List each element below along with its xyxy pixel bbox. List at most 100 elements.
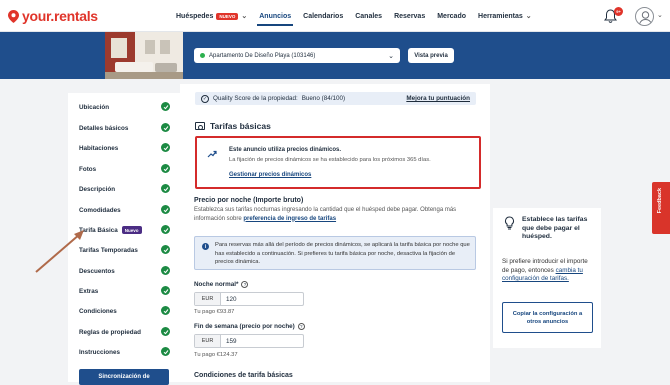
nav-canales[interactable]: Canales: [349, 0, 388, 32]
sidebar-item[interactable]: Tarifa Básica Nuevo: [79, 224, 173, 236]
sidebar-item[interactable]: Detalles básicos: [79, 122, 173, 134]
night-price-value: 120: [226, 295, 237, 303]
tip-text: Si prefiere introducir el importe de pag…: [502, 258, 594, 284]
page-title: Tarifas básicas: [195, 121, 271, 131]
feedback-label: Feedback: [657, 188, 663, 214]
check-circle-icon: [161, 164, 170, 173]
sync-button[interactable]: Sincronización de: [79, 369, 169, 385]
sidebar-item-label: Comodidades: [79, 206, 121, 214]
sidebar-item[interactable]: Ubicación: [79, 101, 173, 113]
check-circle-icon: [161, 327, 170, 336]
nav-label: Mercado: [437, 12, 467, 20]
info-box: i Para reservas más allá del período de …: [194, 236, 476, 270]
logo[interactable]: your.rentals: [8, 8, 98, 24]
sidebar-item[interactable]: Comodidades: [79, 204, 173, 216]
trend-up-icon: [207, 150, 217, 158]
chevron-down-icon[interactable]: ⌄: [657, 11, 663, 19]
page-title-text: Tarifas básicas: [210, 121, 271, 131]
weekend-payout: Tu pago €124.37: [194, 352, 238, 358]
quality-score-bar: ✓ Quality Score de la propiedad: Bueno (…: [195, 92, 476, 105]
avatar[interactable]: [635, 7, 654, 26]
check-circle-icon: [161, 123, 170, 132]
nav-label: Anuncios: [259, 12, 292, 20]
sidebar-item-label: Habitaciones: [79, 144, 119, 152]
check-circle-icon: [161, 205, 170, 214]
night-label-text: Noche normal*: [194, 281, 239, 288]
manage-dynamic-pricing-link[interactable]: Gestionar precios dinámicos: [229, 172, 311, 178]
sidebar-item[interactable]: Instrucciones: [79, 346, 173, 358]
preview-button[interactable]: Vista previa: [408, 48, 454, 63]
lightbulb-icon: [505, 216, 514, 230]
currency-label: EUR: [195, 335, 221, 347]
user-icon: [639, 11, 652, 25]
currency-label: EUR: [195, 293, 221, 305]
sidebar-item[interactable]: Habitaciones: [79, 142, 173, 154]
chevron-down-icon: ⌄: [388, 52, 394, 60]
price-heading: Precio por noche (Importe bruto): [194, 197, 304, 204]
status-dot: [200, 53, 205, 58]
sidebar-item[interactable]: Reglas de propiedad: [79, 326, 173, 338]
top-navbar: your.rentals Huéspedes NUEVO ⌄ Anuncios …: [0, 0, 670, 32]
check-circle-icon: [161, 102, 170, 111]
tip-title: Establece las tarifas que debe pagar el …: [522, 216, 588, 240]
new-badge: NUEVO: [216, 12, 239, 20]
property-name: Apartamento De Diseño Playa (103146): [209, 52, 316, 59]
new-badge: Nuevo: [121, 226, 142, 234]
dynamic-pricing-notice: Este anuncio utiliza precios dinámicos. …: [195, 136, 481, 189]
sidebar-item[interactable]: Condiciones: [79, 305, 173, 317]
sidebar-item[interactable]: Tarifas Temporadas: [79, 244, 173, 256]
sidebar-item-label: Extras: [79, 287, 99, 295]
rate-preference-link[interactable]: preferencia de ingreso de tarifas: [243, 216, 336, 222]
help-icon[interactable]: ?: [297, 323, 305, 330]
check-circle-icon: [161, 184, 170, 193]
info-icon: i: [202, 243, 209, 250]
night-payout: Tu pago €93.87: [194, 309, 235, 315]
check-circle-icon: [161, 266, 170, 275]
quality-label: Quality Score de la propiedad:: [213, 95, 298, 102]
sidebar-item-label: Fotos: [79, 165, 97, 173]
sidebar-item[interactable]: Descripción: [79, 183, 173, 195]
nav-herramientas[interactable]: Herramientas ⌄: [472, 0, 538, 32]
help-icon[interactable]: ?: [241, 281, 249, 288]
check-circle-icon: [161, 347, 170, 356]
nav-label: Herramientas: [478, 12, 523, 20]
property-select[interactable]: Apartamento De Diseño Playa (103146) ⌄: [194, 48, 400, 63]
improve-score-link[interactable]: Mejora tu puntuación: [406, 95, 470, 102]
weekend-price-value: 159: [226, 337, 237, 345]
nav-reservas[interactable]: Reservas: [388, 0, 431, 32]
weekend-label-text: Fin de semana (precio por noche): [194, 323, 295, 330]
chevron-down-icon: ⌄: [525, 13, 532, 20]
sidebar-item[interactable]: Descuentos: [79, 265, 173, 277]
nav-label: Reservas: [394, 12, 426, 20]
sidebar-item[interactable]: Extras: [79, 285, 173, 297]
nav-huespedes[interactable]: Huéspedes NUEVO ⌄: [170, 0, 253, 32]
price-description: Establezca sus tarifas nocturnas ingresa…: [194, 206, 476, 223]
conditions-heading: Condiciones de tarifa básicas: [194, 372, 293, 379]
weekend-label: Fin de semana (precio por noche) ?: [194, 323, 305, 330]
quality-value: Bueno (84/100): [301, 95, 346, 102]
money-icon: [195, 122, 205, 130]
property-thumbnail: [105, 32, 183, 79]
copy-config-button[interactable]: Copiar la configuración a otros anuncios: [502, 302, 593, 333]
sidebar-item[interactable]: Fotos: [79, 163, 173, 175]
sidebar-item-label: Condiciones: [79, 307, 117, 315]
check-circle-icon: [161, 245, 170, 254]
check-circle-icon: [161, 225, 170, 234]
sidebar-item-label: Reglas de propiedad: [79, 328, 141, 336]
sidebar-item-label: Instrucciones: [79, 348, 120, 356]
feedback-tab[interactable]: Feedback: [652, 182, 670, 234]
annotation-arrow-icon: [35, 230, 84, 273]
nav-calendarios[interactable]: Calendarios: [297, 0, 349, 32]
weekend-price-input[interactable]: EUR 159: [194, 334, 304, 348]
nav-mercado[interactable]: Mercado: [431, 0, 472, 32]
nav-label: Calendarios: [303, 12, 344, 20]
check-circle-icon: [161, 286, 170, 295]
night-price-input[interactable]: EUR 120: [194, 292, 304, 306]
dynamic-subtitle: La fijación de precios dinámicos se ha e…: [229, 157, 431, 163]
logo-pin-icon: [8, 9, 19, 23]
sidebar-item-label: Detalles básicos: [79, 124, 129, 132]
info-text: Para reservas más allá del período de pr…: [215, 242, 470, 265]
nav-anuncios[interactable]: Anuncios: [253, 0, 297, 32]
logo-text: your.rentals: [22, 8, 98, 24]
check-circle-icon: [161, 143, 170, 152]
